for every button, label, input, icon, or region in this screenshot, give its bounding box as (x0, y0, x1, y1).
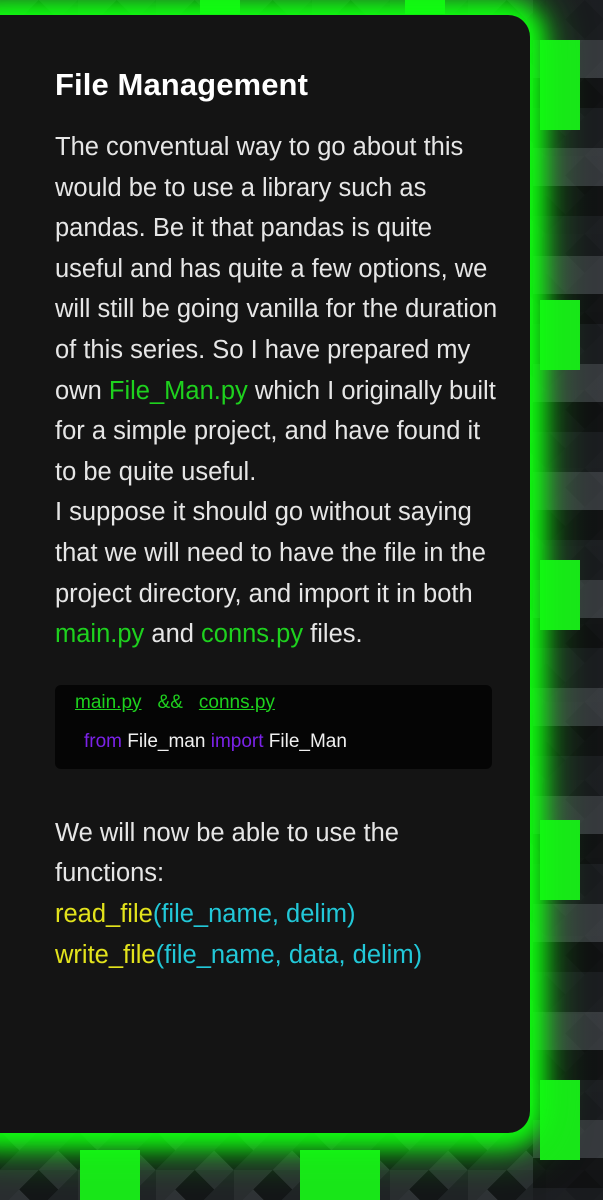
function-name: write_file (55, 940, 156, 969)
code-module: File_man (127, 730, 206, 752)
background-green-block (80, 1150, 140, 1200)
background-green-block (200, 0, 240, 14)
function-args: (file_name, data, delim) (155, 940, 423, 969)
file-man-link[interactable]: File_Man.py (109, 377, 248, 405)
functions-intro: We will now be able to use the functions… (55, 818, 399, 888)
main-py-link[interactable]: main.py (55, 620, 144, 648)
code-separator: && (157, 691, 183, 713)
code-line: from File_man import File_Man (75, 731, 492, 753)
code-file-conns-link[interactable]: conns.py (199, 692, 275, 713)
function-write-file: write_file(file_name, data, delim) (55, 935, 490, 976)
conns-py-link[interactable]: conns.py (201, 620, 303, 648)
background-green-block (300, 1150, 380, 1200)
background-green-block (540, 820, 580, 900)
function-name: read_file (55, 899, 153, 928)
paragraph-text: files. (303, 620, 363, 649)
background-green-block (405, 0, 445, 14)
content-card: File Management The conventual way to go… (0, 15, 530, 1133)
function-read-file: read_file(file_name, delim) (55, 894, 490, 935)
paragraph-intro: The conventual way to go about this woul… (55, 127, 500, 655)
background-green-block (540, 300, 580, 370)
code-block: main.py && conns.py from File_man import F… (55, 684, 492, 769)
code-imported-name: File_Man (268, 730, 347, 752)
code-block-header: main.py && conns.py (75, 691, 492, 715)
code-keyword-import: import (210, 730, 264, 752)
paragraph-text: The conventual way to go about this woul… (55, 133, 498, 405)
code-file-main-link[interactable]: main.py (75, 692, 142, 713)
function-args: (file_name, delim) (152, 899, 356, 928)
paragraph-text: I suppose it should go without saying th… (55, 498, 486, 608)
background-green-block (540, 1080, 580, 1160)
code-keyword-from: from (84, 730, 122, 752)
background-green-block (540, 560, 580, 630)
background-green-block (540, 40, 580, 130)
paragraph-text: and (144, 620, 202, 649)
section-title: File Management (55, 67, 308, 102)
